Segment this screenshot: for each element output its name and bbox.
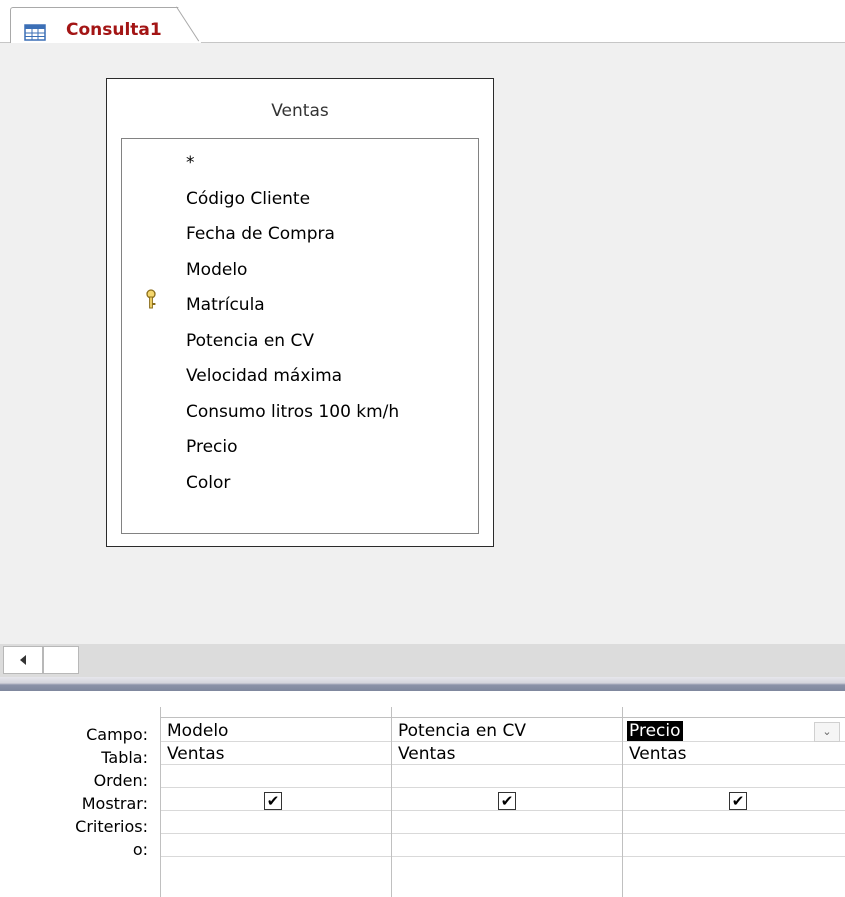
field-list[interactable]: * Código Cliente Fecha de Compra Modelo …: [121, 138, 479, 534]
cell-mostrar: ✔: [392, 789, 622, 811]
field-all[interactable]: *: [186, 145, 195, 181]
cell-campo[interactable]: Precio ⌄: [623, 720, 845, 742]
column-selector[interactable]: [623, 707, 845, 718]
grid-column-precio[interactable]: Precio ⌄ Ventas ✔: [622, 707, 845, 897]
cell-o[interactable]: [623, 835, 845, 857]
scroll-left-button[interactable]: [3, 646, 43, 674]
field-modelo[interactable]: Modelo: [186, 252, 247, 288]
row-label-orden: Orden:: [93, 771, 148, 790]
selected-field-text[interactable]: Precio: [627, 721, 683, 741]
chevron-down-icon[interactable]: ⌄: [814, 722, 840, 742]
cell-campo[interactable]: Modelo: [161, 720, 391, 742]
cell-criterios[interactable]: [161, 812, 391, 834]
row-label-tabla: Tabla:: [101, 748, 148, 767]
column-selector[interactable]: [392, 707, 622, 718]
grid-column-potencia[interactable]: Potencia en CV Ventas ✔: [391, 707, 622, 897]
cell-o[interactable]: [161, 835, 391, 857]
table-title: Ventas: [271, 101, 329, 121]
show-checkbox[interactable]: ✔: [498, 792, 516, 810]
cell-mostrar: ✔: [623, 789, 845, 811]
cell-criterios[interactable]: [392, 812, 622, 834]
cell-orden[interactable]: [161, 766, 391, 788]
field-potencia-en-cv[interactable]: Potencia en CV: [186, 323, 314, 359]
cell-orden[interactable]: [392, 766, 622, 788]
row-label-criterios: Criterios:: [75, 817, 148, 836]
tab-label: Consulta1: [66, 20, 162, 40]
cell-criterios[interactable]: [623, 812, 845, 834]
field-fecha-de-compra[interactable]: Fecha de Compra: [186, 216, 335, 252]
document-tab-bar: Consulta1: [0, 0, 845, 44]
query-icon: [24, 24, 46, 41]
field-color[interactable]: Color: [186, 465, 230, 501]
field-velocidad-maxima[interactable]: Velocidad máxima: [186, 358, 342, 394]
field-codigo-cliente[interactable]: Código Cliente: [186, 181, 310, 217]
cell-o[interactable]: [392, 835, 622, 857]
cell-orden[interactable]: [623, 766, 845, 788]
cell-tabla[interactable]: Ventas: [161, 743, 391, 765]
field-consumo-litros[interactable]: Consumo litros 100 km/h: [186, 394, 399, 430]
pane-splitter[interactable]: [0, 677, 845, 691]
cell-tabla[interactable]: Ventas: [392, 743, 622, 765]
table-ventas[interactable]: Ventas * Código Cliente Fecha de Compra …: [106, 78, 494, 547]
cell-tabla[interactable]: Ventas: [623, 743, 845, 765]
query-design-area[interactable]: Ventas * Código Cliente Fecha de Compra …: [0, 43, 845, 644]
show-checkbox[interactable]: ✔: [264, 792, 282, 810]
row-label-o: o:: [132, 840, 148, 859]
horizontal-scrollbar[interactable]: [0, 644, 845, 677]
row-label-campo: Campo:: [86, 725, 148, 744]
show-checkbox[interactable]: ✔: [729, 792, 747, 810]
cell-campo[interactable]: Potencia en CV: [392, 720, 622, 742]
field-precio[interactable]: Precio: [186, 429, 238, 465]
query-design-grid[interactable]: Campo: Tabla: Orden: Mostrar: Criterios:…: [0, 691, 845, 897]
arrow-left-icon: [20, 655, 26, 665]
cell-mostrar: ✔: [161, 789, 391, 811]
column-selector[interactable]: [161, 707, 391, 718]
primary-key-icon: [146, 289, 156, 309]
field-matricula[interactable]: Matrícula: [186, 287, 265, 323]
row-label-mostrar: Mostrar:: [81, 794, 148, 813]
scroll-thumb[interactable]: [43, 646, 79, 674]
grid-column-modelo[interactable]: Modelo Ventas ✔: [160, 707, 391, 897]
